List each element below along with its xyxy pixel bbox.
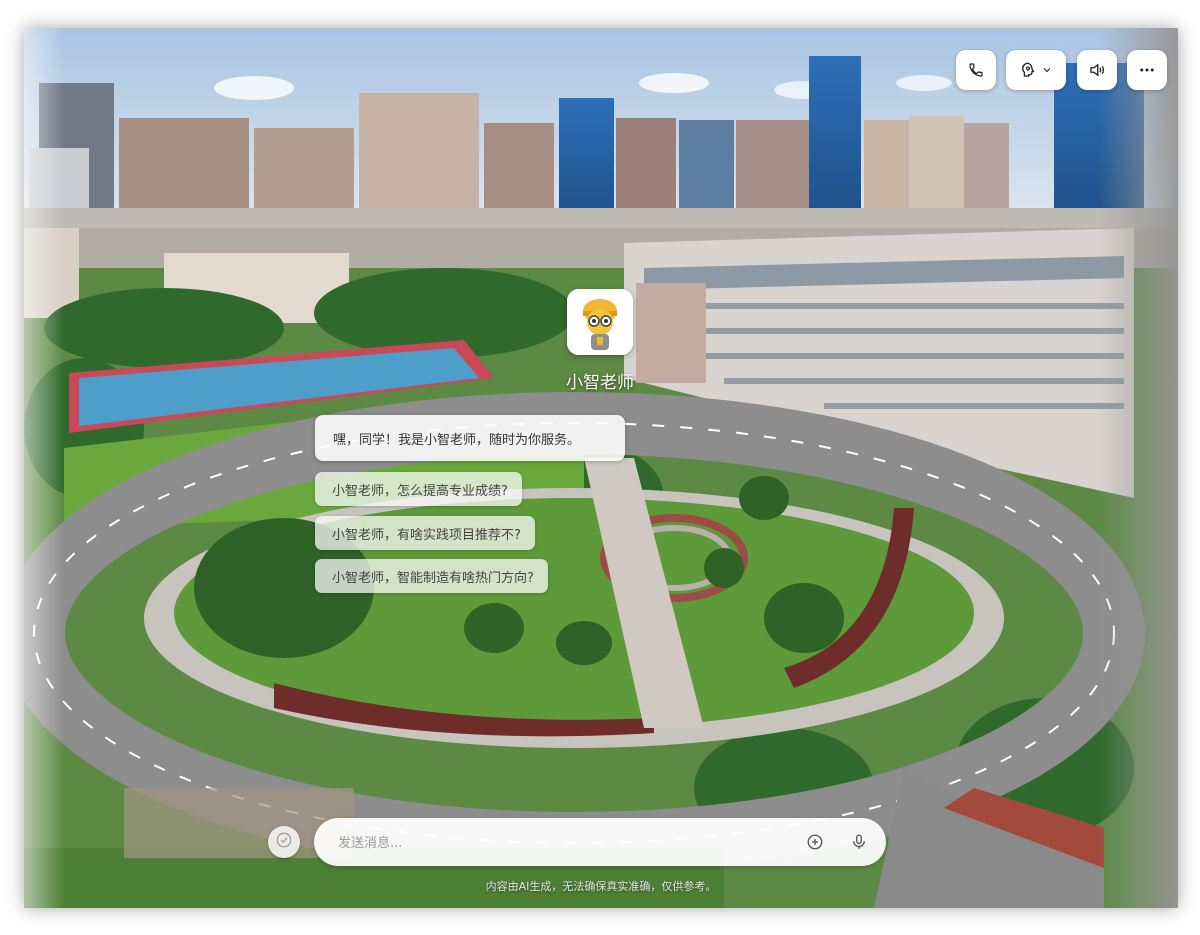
voice-role-dropdown[interactable] [1006,50,1066,90]
ai-disclaimer: 内容由AI生成，无法确保真实准确，仅供参考。 [485,880,717,893]
new-chat-icon [275,831,293,853]
message-input[interactable] [336,830,780,856]
chevron-down-icon [1041,64,1053,76]
right-edge-fade [1098,28,1178,908]
new-chat-button[interactable] [268,826,300,858]
suggestion-chip[interactable]: 小智老师，怎么提高专业成绩? [315,472,522,506]
suggestion-chip[interactable]: 小智老师，有啥实践项目推荐不? [315,516,535,550]
message-composer [314,818,886,866]
left-edge-fade [24,28,64,908]
more-icon [1138,61,1156,79]
assistant-name: 小智老师 [566,373,634,393]
call-button[interactable] [956,50,996,90]
campus-background-image [24,28,1178,908]
voice-role-icon [1019,61,1037,79]
greeting-message: 嘿，同学！我是小智老师，随时为你服务。 [315,415,625,461]
suggestion-chip[interactable]: 小智老师，智能制造有啥热门方向? [315,559,548,593]
assistant-avatar [567,289,633,355]
speaker-button[interactable] [1077,50,1117,90]
more-button[interactable] [1127,50,1167,90]
add-icon[interactable] [804,831,826,853]
phone-icon [968,62,984,78]
microphone-icon[interactable] [848,831,870,853]
speaker-icon [1088,61,1106,79]
app-window: 小智老师 嘿，同学！我是小智老师，随时为你服务。 小智老师，怎么提高专业成绩? … [24,28,1178,908]
